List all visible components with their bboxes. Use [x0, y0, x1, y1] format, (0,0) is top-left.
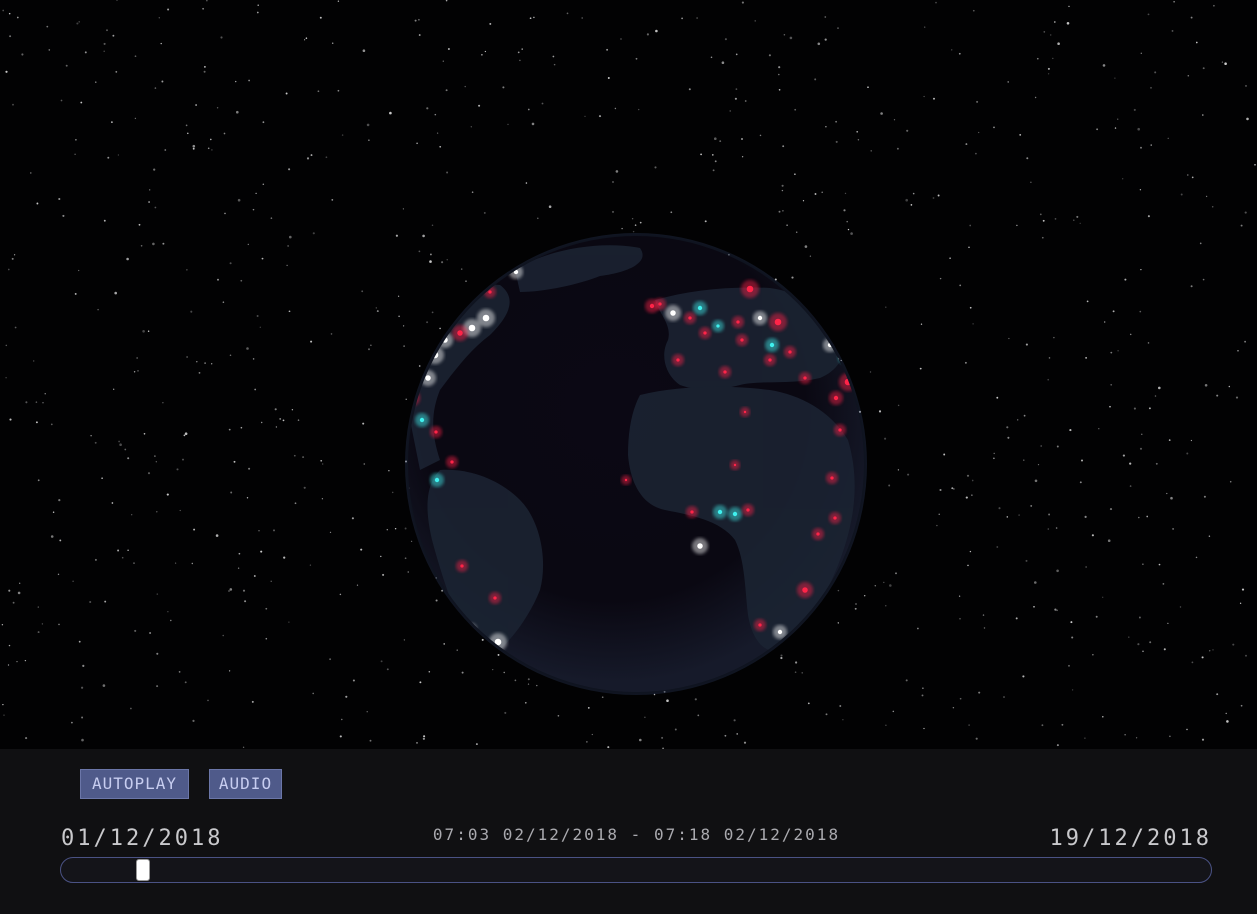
timeline-slider[interactable]: [60, 857, 1212, 883]
activity-marker: [482, 314, 490, 322]
activity-marker: [493, 596, 497, 600]
activity-marker: [467, 627, 473, 633]
activity-marker: [769, 342, 775, 348]
activity-marker: [717, 509, 723, 515]
activity-marker: [690, 510, 694, 514]
activity-marker: [842, 354, 848, 360]
activity-marker: [803, 376, 807, 380]
activity-marker: [733, 463, 737, 467]
activity-marker: [670, 310, 676, 316]
activity-marker-glow: [463, 623, 477, 637]
autoplay-button[interactable]: AUTOPLAY: [80, 769, 189, 799]
activity-marker: [676, 358, 680, 362]
activity-marker: [649, 303, 655, 309]
activity-marker: [736, 320, 740, 324]
control-panel: AUTOPLAY AUDIO 01/12/2018 07:03 02/12/20…: [0, 749, 1257, 914]
activity-marker: [746, 285, 754, 293]
activity-marker: [409, 395, 415, 401]
activity-marker: [703, 331, 707, 335]
activity-marker: [833, 516, 837, 520]
activity-marker: [425, 375, 431, 381]
activity-marker: [419, 417, 425, 423]
activity-marker: [488, 290, 492, 294]
activity-marker: [450, 460, 454, 464]
activity-marker: [777, 629, 783, 635]
activity-marker: [838, 428, 842, 432]
activity-marker: [830, 476, 834, 480]
activity-marker: [434, 477, 440, 483]
timeline-end-date: 19/12/2018: [1049, 826, 1212, 851]
activity-marker: [457, 330, 463, 336]
activity-marker: [758, 623, 762, 627]
activity-marker: [740, 338, 744, 342]
activity-marker: [732, 511, 738, 517]
activity-marker: [697, 543, 703, 549]
activity-marker: [833, 395, 839, 401]
activity-marker: [743, 410, 747, 414]
audio-button[interactable]: AUDIO: [209, 769, 282, 799]
globe-viewport[interactable]: [0, 0, 1257, 749]
activity-marker: [697, 305, 703, 311]
continent-europe: [655, 287, 847, 390]
globe[interactable]: [0, 0, 1257, 749]
activity-marker: [688, 316, 692, 320]
activity-marker: [723, 370, 727, 374]
activity-marker: [460, 564, 464, 568]
activity-marker: [768, 358, 772, 362]
activity-marker: [788, 350, 792, 354]
activity-marker: [624, 478, 628, 482]
activity-marker: [658, 302, 662, 306]
activity-marker: [746, 508, 750, 512]
activity-marker: [816, 532, 820, 536]
activity-marker: [434, 430, 438, 434]
activity-marker: [802, 587, 808, 593]
activity-marker: [468, 324, 476, 332]
activity-marker: [774, 318, 782, 326]
activity-marker: [757, 315, 763, 321]
timeline-slider-thumb[interactable]: [135, 859, 150, 881]
activity-marker: [716, 324, 720, 328]
